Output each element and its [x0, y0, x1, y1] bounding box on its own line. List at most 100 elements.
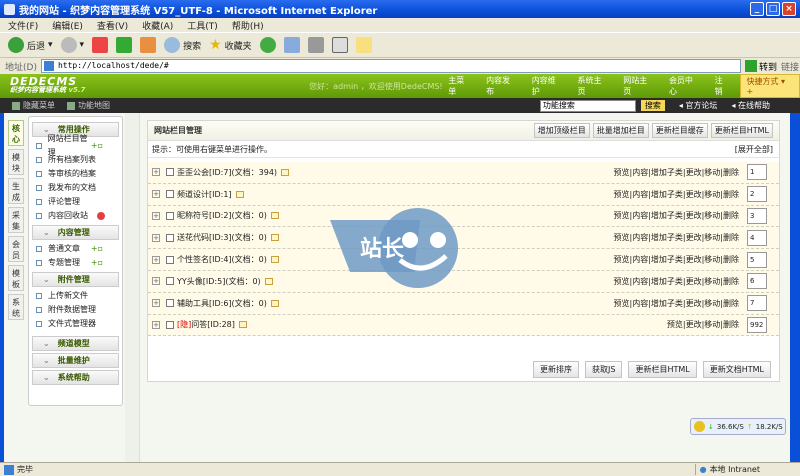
favorites-button[interactable]: ★ 收藏夹	[209, 37, 252, 53]
mail-icon[interactable]	[283, 37, 300, 53]
edit-icon[interactable]	[270, 234, 279, 242]
nav-maintain[interactable]: 内容维护	[532, 75, 564, 97]
edit-icon[interactable]	[270, 299, 279, 307]
search-button[interactable]: 搜索	[164, 37, 201, 53]
add-icon[interactable]: +▫	[91, 242, 103, 256]
sort-order-input[interactable]: 3	[747, 207, 767, 224]
print-icon[interactable]	[307, 37, 324, 53]
links-button[interactable]: 链接	[781, 60, 799, 73]
sidebar-item-recycle-bin[interactable]: 内容回收站	[32, 209, 119, 223]
get-js-button[interactable]: 获取JS	[585, 361, 623, 378]
category-name[interactable]: 辅助工具[ID:6](文档：0)	[177, 298, 267, 309]
row-checkbox[interactable]	[166, 190, 174, 199]
online-help-link[interactable]: ◂ 在线帮助	[731, 100, 770, 111]
forward-button[interactable]: ▾	[60, 37, 84, 53]
sort-order-input[interactable]: 1	[747, 164, 767, 181]
sort-order-input[interactable]: 4	[747, 229, 767, 246]
category-name[interactable]: 昵称符号[ID:2](文档：0)	[177, 210, 267, 221]
row-checkbox[interactable]	[166, 320, 174, 329]
tab-core[interactable]: 核心	[8, 120, 24, 146]
official-forum-link[interactable]: ◂ 官方论坛	[679, 100, 718, 111]
menu-favorites[interactable]: 收藏(A)	[142, 19, 173, 32]
sidebar-item-upload[interactable]: 上传新文件	[32, 289, 119, 303]
expand-icon[interactable]: +	[152, 320, 160, 329]
row-actions[interactable]: 预览|更改|移动|删除	[667, 319, 739, 330]
sidebar-item-attachment-data[interactable]: 附件数据管理	[32, 303, 119, 317]
menu-help[interactable]: 帮助(H)	[232, 19, 264, 32]
update-order-button[interactable]: 更新排序	[533, 361, 580, 378]
row-checkbox[interactable]	[166, 168, 174, 177]
tab-members[interactable]: 会员	[8, 236, 24, 262]
group-batch-maintain[interactable]: 批量维护	[32, 353, 119, 368]
category-name[interactable]: YY头像[ID:5](文档：0)	[177, 276, 261, 287]
nav-system-home[interactable]: 系统主页	[578, 75, 610, 97]
close-button[interactable]: ×	[782, 2, 796, 16]
row-actions[interactable]: 预览|内容|增加子类|更改|移动|删除	[614, 232, 739, 243]
row-actions[interactable]: 预览|内容|增加子类|更改|移动|删除	[614, 210, 739, 221]
expand-icon[interactable]: +	[152, 299, 160, 308]
category-name[interactable]: 送花代码[ID:3](文档：0)	[177, 232, 267, 243]
refresh-icon[interactable]	[116, 37, 133, 53]
expand-icon[interactable]: +	[152, 255, 160, 264]
sidebar-splitter[interactable]	[125, 113, 140, 462]
home-icon[interactable]	[140, 37, 157, 53]
menu-file[interactable]: 文件(F)	[8, 19, 38, 32]
stop-icon[interactable]	[92, 37, 109, 53]
nav-main-menu[interactable]: 主菜单	[448, 75, 472, 97]
address-input[interactable]: http://localhost/dede/#	[40, 59, 741, 73]
update-document-html-button[interactable]: 更新文档HTML	[702, 361, 771, 378]
category-name[interactable]: 个性签名[ID:4](文档：0)	[177, 254, 267, 265]
edit-icon[interactable]	[281, 168, 290, 176]
category-name[interactable]: 频道设计[ID:1]	[177, 189, 232, 200]
note-icon[interactable]	[355, 37, 372, 53]
row-checkbox[interactable]	[166, 277, 174, 286]
update-category-html-button[interactable]: 更新栏目HTML	[710, 123, 773, 138]
nav-member-center[interactable]: 会员中心	[669, 75, 701, 97]
category-name[interactable]: 歪歪公会[ID:7](文档：394)	[177, 167, 277, 178]
menu-edit[interactable]: 编辑(E)	[52, 19, 83, 32]
tab-modules[interactable]: 模块	[8, 149, 24, 175]
minimize-button[interactable]: _	[750, 2, 764, 16]
expand-icon[interactable]: +	[152, 277, 160, 286]
nav-logout[interactable]: 注销	[715, 75, 731, 97]
group-system-help[interactable]: 系统帮助	[32, 370, 119, 385]
tab-generate[interactable]: 生成	[8, 178, 24, 204]
batch-add-category-button[interactable]: 批量增加栏目	[592, 123, 649, 138]
add-top-category-button[interactable]: 增加顶级栏目	[533, 123, 590, 138]
tab-templates[interactable]: 模板	[8, 265, 24, 291]
history-icon[interactable]	[259, 37, 276, 53]
add-icon[interactable]: +▫	[91, 256, 103, 270]
expand-icon[interactable]: +	[152, 190, 160, 199]
sidebar-item-comments[interactable]: 评论管理	[32, 195, 119, 209]
row-checkbox[interactable]	[166, 299, 174, 308]
sidebar-item-articles[interactable]: 普通文章 +▫	[32, 242, 119, 256]
go-button[interactable]: 转到	[744, 60, 777, 73]
back-button[interactable]: 后退 ▾	[8, 37, 53, 53]
update-category-html-bottom-button[interactable]: 更新栏目HTML	[628, 361, 697, 378]
clear-icon[interactable]	[97, 212, 105, 220]
edit-icon[interactable]	[270, 212, 279, 220]
row-actions[interactable]: 预览|内容|增加子类|更改|移动|删除	[614, 298, 739, 309]
edit-icon[interactable]	[331, 37, 348, 53]
sort-order-input[interactable]: 7	[747, 295, 767, 312]
expand-icon[interactable]: +	[152, 211, 160, 220]
group-attachments[interactable]: 附件管理	[32, 272, 119, 287]
menu-tools[interactable]: 工具(T)	[187, 19, 218, 32]
row-actions[interactable]: 预览|内容|增加子类|更改|移动|删除	[614, 167, 739, 178]
function-search-button[interactable]: 搜索	[640, 100, 665, 111]
nav-site-home[interactable]: 网站主页	[623, 75, 655, 97]
tab-system[interactable]: 系统	[8, 294, 24, 320]
sort-order-input[interactable]: 6	[747, 273, 767, 290]
expand-all-link[interactable]: [展开全部]	[735, 144, 773, 155]
sitemap-link[interactable]: 功能地图	[67, 100, 110, 111]
category-name[interactable]: 问答[ID:28]	[191, 319, 235, 330]
edit-icon[interactable]	[238, 321, 247, 329]
sort-order-input[interactable]: 992	[747, 316, 767, 333]
tab-collect[interactable]: 采集	[8, 207, 24, 233]
nav-publish[interactable]: 内容发布	[486, 75, 518, 97]
function-search-input[interactable]: 功能搜索	[539, 99, 636, 112]
sidebar-item-topics[interactable]: 专题管理 +▫	[32, 256, 119, 270]
sort-order-input[interactable]: 2	[747, 186, 767, 203]
edit-icon[interactable]	[264, 277, 273, 285]
group-content-manage[interactable]: 内容管理	[32, 225, 119, 240]
